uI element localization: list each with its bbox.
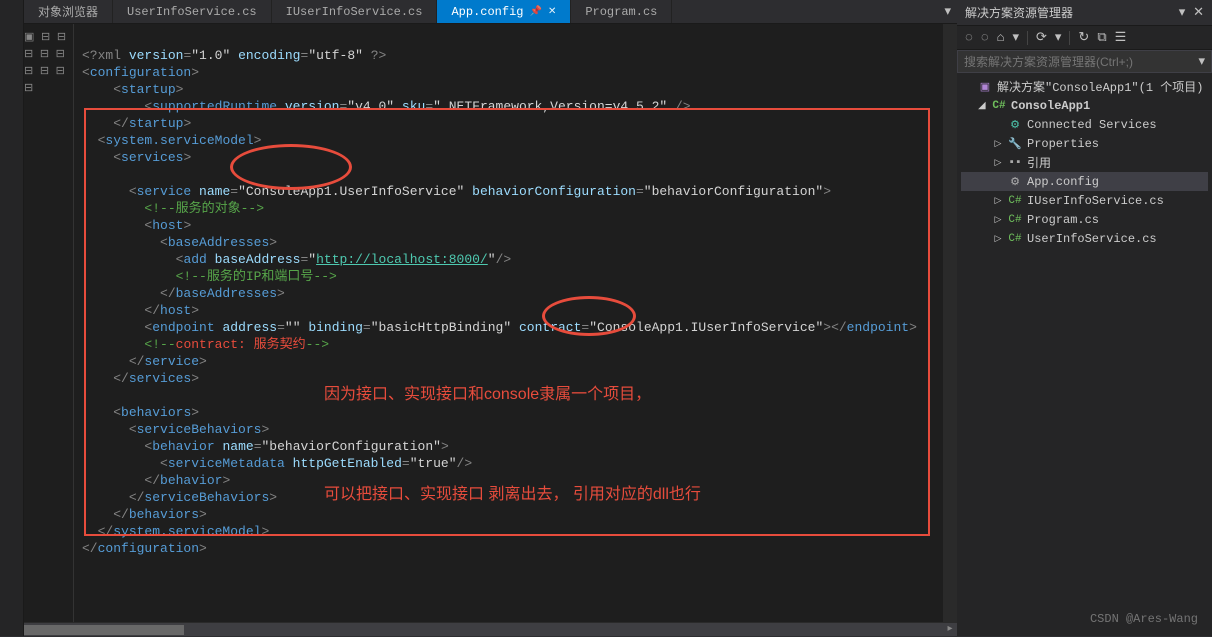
csharp-file-icon: C# — [1007, 195, 1023, 207]
tab-label: IUserInfoService.cs — [286, 5, 423, 19]
editor-minimap[interactable] — [943, 24, 957, 622]
tab-overflow-tools: ▾ — [944, 0, 957, 23]
refresh-icon[interactable]: ↻ — [1078, 30, 1089, 45]
home-icon[interactable]: ⌂ — [997, 30, 1005, 45]
caret-icon[interactable]: ▷ — [993, 196, 1003, 206]
tab-label: 对象浏览器 — [38, 3, 98, 20]
tree-label: Program.cs — [1027, 213, 1099, 227]
tree-label: 引用 — [1027, 154, 1051, 171]
close-icon[interactable]: ✕ — [548, 6, 556, 18]
tree-label: Properties — [1027, 137, 1099, 151]
scroll-right-icon[interactable]: ▸ — [943, 623, 957, 637]
sync-icon[interactable]: ▾ — [1012, 30, 1019, 45]
solution-explorer-header: 解决方案资源管理器 ▾ ✕ — [957, 0, 1212, 26]
tree-label: ConsoleApp1 — [1011, 99, 1090, 113]
tree-label: Connected Services — [1027, 118, 1157, 132]
tab-program-cs[interactable]: Program.cs — [571, 0, 672, 23]
annotation-text-2: 可以把接口、实现接口 剥离出去， 引用对应的dll也行 — [324, 486, 701, 503]
scroll-thumb[interactable] — [24, 625, 184, 635]
search-dropdown-icon[interactable]: ▾ — [1198, 54, 1205, 69]
code-body[interactable]: <?xml version="1.0" encoding="utf-8" ?> … — [74, 24, 943, 622]
tab-label: Program.cs — [585, 5, 657, 19]
caret-icon[interactable]: ◢ — [977, 101, 987, 111]
csharp-file-icon: C# — [1007, 233, 1023, 245]
tree-label: UserInfoService.cs — [1027, 232, 1157, 246]
csharp-file-icon: C# — [1007, 214, 1023, 226]
watermark: CSDN @Ares-Wang — [1090, 612, 1198, 626]
tree-file-userinfoservice[interactable]: ▷ C# UserInfoService.cs — [961, 229, 1208, 248]
left-gutter-strip — [0, 0, 24, 636]
references-icon: ▪▪ — [1007, 157, 1023, 169]
tree-label: IUserInfoService.cs — [1027, 194, 1164, 208]
connected-services-icon: ⚙ — [1007, 118, 1023, 132]
panel-title: 解决方案资源管理器 — [965, 4, 1073, 21]
caret-icon[interactable]: ▷ — [993, 139, 1003, 149]
solution-tree: ▣ 解决方案"ConsoleApp1"(1 个项目) ◢ C# ConsoleA… — [957, 73, 1212, 252]
tree-properties[interactable]: ▷ 🔧 Properties — [961, 134, 1208, 153]
tab-label: App.config — [451, 5, 523, 19]
forward-icon[interactable]: ◌ — [981, 30, 989, 45]
tree-connected-services[interactable]: ⚙ Connected Services — [961, 115, 1208, 134]
tab-object-browser[interactable]: 对象浏览器 — [24, 0, 113, 23]
horizontal-scrollbar[interactable]: ◂ ▸ — [24, 622, 957, 636]
tree-file-appconfig[interactable]: ⚙ App.config — [961, 172, 1208, 191]
config-file-icon: ⚙ — [1007, 175, 1023, 189]
tree-references[interactable]: ▷ ▪▪ 引用 — [961, 153, 1208, 172]
show-icon[interactable]: ▾ — [1055, 30, 1062, 45]
tree-label: App.config — [1027, 175, 1099, 189]
solution-icon: ▣ — [977, 80, 993, 94]
solution-explorer-toolbar: ◌ ◌ ⌂ ▾ ⟳ ▾ ↻ ⧉ ☰ — [957, 26, 1212, 50]
collapse-icon[interactable]: ⟳ — [1036, 30, 1047, 45]
caret-icon[interactable]: ▷ — [993, 215, 1003, 225]
solution-search-input[interactable] — [964, 55, 1198, 69]
tree-solution[interactable]: ▣ 解决方案"ConsoleApp1"(1 个项目) — [961, 77, 1208, 96]
tab-label: UserInfoService.cs — [127, 5, 257, 19]
panel-dropdown-icon[interactable]: ▾ ✕ — [1179, 5, 1204, 20]
caret-icon[interactable]: ▷ — [993, 234, 1003, 244]
caret-icon[interactable]: ▷ — [993, 158, 1003, 168]
back-icon[interactable]: ◌ — [965, 30, 973, 45]
solution-search[interactable]: ▾ — [957, 50, 1212, 73]
tree-label: 解决方案"ConsoleApp1"(1 个项目) — [997, 78, 1203, 95]
properties-icon[interactable]: ☰ — [1115, 30, 1127, 45]
editor-tab-bar: 对象浏览器 UserInfoService.cs IUserInfoServic… — [24, 0, 957, 24]
tab-iuserinfoservice-cs[interactable]: IUserInfoService.cs — [272, 0, 438, 23]
pin-icon[interactable]: ⁠📌 — [529, 6, 541, 18]
annotation-text-1: 因为接口、实现接口和console隶属一个项目， — [324, 386, 651, 403]
gutter: ▣ ⊟ ⊟ ⊟ ⊟ ⊟ ⊟ ⊟ ⊟ ⊟ — [24, 24, 74, 622]
csharp-project-icon: C# — [991, 100, 1007, 112]
tree-file-iuserinfoservice[interactable]: ▷ C# IUserInfoService.cs — [961, 191, 1208, 210]
code-editor[interactable]: ▣ ⊟ ⊟ ⊟ ⊟ ⊟ ⊟ ⊟ ⊟ ⊟ <?xml version="1.0" … — [24, 24, 957, 622]
tab-app-config[interactable]: App.config ⁠📌 ✕ — [437, 0, 571, 23]
dropdown-icon[interactable]: ▾ — [944, 4, 951, 19]
tree-project[interactable]: ◢ C# ConsoleApp1 — [961, 96, 1208, 115]
tab-userinfoservice-cs[interactable]: UserInfoService.cs — [113, 0, 272, 23]
wrench-icon: 🔧 — [1007, 137, 1023, 151]
show-all-files-icon[interactable]: ⧉ — [1097, 30, 1106, 45]
tree-file-program[interactable]: ▷ C# Program.cs — [961, 210, 1208, 229]
